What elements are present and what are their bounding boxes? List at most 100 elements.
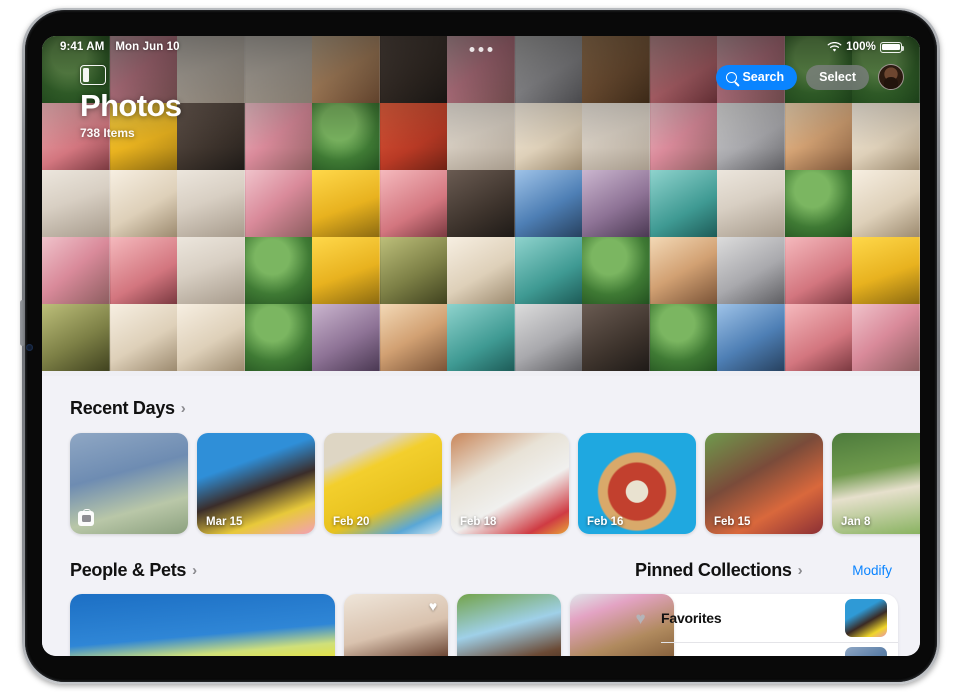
pinned-collection-row[interactable]: ♥ Favorites bbox=[617, 594, 898, 642]
photo-tile[interactable] bbox=[852, 170, 920, 237]
recent-day-card[interactable]: Feb 20 bbox=[324, 433, 442, 534]
photo-tile[interactable] bbox=[42, 237, 110, 304]
photo-tile[interactable] bbox=[244, 170, 313, 237]
photo-tile[interactable] bbox=[649, 170, 718, 237]
select-button[interactable]: Select bbox=[806, 64, 869, 90]
photo-tile[interactable] bbox=[379, 103, 448, 170]
photo-tile[interactable] bbox=[852, 237, 920, 304]
pinned-collections-header[interactable]: Pinned Collections › Modify bbox=[607, 560, 920, 581]
photo-tile[interactable] bbox=[447, 237, 515, 304]
people-pets-header[interactable]: People & Pets › bbox=[42, 560, 607, 581]
photo-tile[interactable] bbox=[379, 304, 448, 371]
photo-tile[interactable] bbox=[109, 170, 178, 237]
heart-icon: ♥ bbox=[635, 608, 646, 628]
photo-tile[interactable] bbox=[312, 237, 380, 304]
status-date: Mon Jun 10 bbox=[115, 41, 180, 53]
people-pets-row[interactable]: ♥SelenaRosaTobi bbox=[42, 581, 674, 656]
photo-tile[interactable] bbox=[514, 103, 583, 170]
photo-tile[interactable] bbox=[244, 103, 313, 170]
photo-tile[interactable] bbox=[582, 170, 650, 237]
sidebar-toggle-icon[interactable] bbox=[80, 65, 106, 85]
photo-tile[interactable] bbox=[649, 237, 718, 304]
photo-tile[interactable] bbox=[514, 304, 583, 371]
photo-tile[interactable] bbox=[109, 304, 178, 371]
photo-tile[interactable] bbox=[582, 237, 650, 304]
photo-tile[interactable] bbox=[447, 304, 515, 371]
search-icon bbox=[726, 71, 738, 83]
photo-tile[interactable] bbox=[784, 103, 853, 170]
photo-tile[interactable] bbox=[784, 304, 853, 371]
modify-button[interactable]: Modify bbox=[852, 563, 892, 578]
photo-tile[interactable] bbox=[717, 304, 785, 371]
photo-tile[interactable] bbox=[177, 103, 245, 170]
people-pets-title: People & Pets bbox=[70, 560, 187, 580]
photo-tile[interactable] bbox=[379, 237, 448, 304]
keepsake-badge bbox=[78, 508, 94, 526]
lower-sections: People & Pets › ♥SelenaRosaTobi Pinned C… bbox=[42, 534, 920, 656]
people-pet-card[interactable]: Rosa bbox=[457, 594, 561, 656]
photo-tile[interactable] bbox=[177, 237, 245, 304]
people-pet-card[interactable]: ♥Selena bbox=[344, 594, 448, 656]
people-pet-card[interactable] bbox=[70, 594, 335, 656]
recent-day-date-label: Feb 20 bbox=[333, 516, 370, 528]
photo-tile[interactable] bbox=[717, 237, 785, 304]
photo-tile[interactable] bbox=[312, 103, 380, 170]
photo-tile[interactable] bbox=[42, 304, 110, 371]
photo-tile[interactable] bbox=[852, 304, 920, 371]
pinned-collection-row[interactable]: ⬇Recently Saved bbox=[617, 642, 898, 656]
photo-tile[interactable] bbox=[649, 103, 718, 170]
select-button-label: Select bbox=[819, 70, 856, 84]
battery-icon bbox=[880, 41, 905, 53]
photo-tile[interactable] bbox=[784, 170, 853, 237]
photo-tile[interactable] bbox=[717, 170, 785, 237]
avatar[interactable] bbox=[878, 64, 904, 90]
recent-day-card[interactable]: Jan 8 bbox=[832, 433, 920, 534]
photo-tile[interactable] bbox=[649, 304, 718, 371]
photo-tile[interactable] bbox=[109, 237, 178, 304]
people-pets-section: People & Pets › ♥SelenaRosaTobi bbox=[42, 560, 674, 656]
screenshot-root: 9:41 AM Mon Jun 10 100% Photos 738 Items bbox=[0, 0, 960, 692]
recent-days-title: Recent Days bbox=[70, 398, 175, 418]
photo-tile[interactable] bbox=[244, 304, 313, 371]
content-area: Recent Days › Mar 15 Feb 20 Feb 18 Feb 16 Fe… bbox=[42, 376, 920, 656]
recent-day-card[interactable]: Feb 15 bbox=[705, 433, 823, 534]
status-time: 9:41 AM bbox=[60, 41, 105, 53]
search-button[interactable]: Search bbox=[716, 64, 798, 90]
recent-day-date-label: Jan 8 bbox=[841, 516, 871, 528]
chevron-right-icon: › bbox=[192, 562, 198, 579]
photo-tile[interactable] bbox=[447, 103, 515, 170]
photo-tile[interactable] bbox=[514, 170, 583, 237]
item-count: 738 Items bbox=[80, 126, 135, 140]
photo-tile[interactable] bbox=[852, 103, 920, 170]
pinned-collections-list[interactable]: ♥ Favorites ⬇Recently Saved bbox=[617, 594, 898, 656]
recent-day-date-label: Feb 15 bbox=[714, 516, 751, 528]
hero-actions: Search Select bbox=[716, 64, 904, 90]
photo-tile[interactable] bbox=[784, 237, 853, 304]
photo-tile[interactable] bbox=[42, 170, 110, 237]
recent-day-card[interactable] bbox=[70, 433, 188, 534]
multitasking-handle-icon[interactable] bbox=[469, 47, 493, 52]
photo-tile[interactable] bbox=[379, 170, 448, 237]
photo-tile[interactable] bbox=[244, 237, 313, 304]
heart-icon: ♥ bbox=[428, 598, 438, 614]
recent-day-card[interactable]: Feb 16 bbox=[578, 433, 696, 534]
recent-days-row[interactable]: Mar 15Feb 20Feb 18Feb 16Feb 15Jan 8N bbox=[42, 419, 920, 534]
photo-tile[interactable] bbox=[582, 103, 650, 170]
photo-tile[interactable] bbox=[514, 237, 583, 304]
pinned-collections-title: Pinned Collections bbox=[635, 560, 792, 580]
recent-day-card[interactable]: Feb 18 bbox=[451, 433, 569, 534]
side-button[interactable] bbox=[20, 300, 25, 346]
pinned-collections-section: Pinned Collections › Modify ♥ Favorites ⬇R… bbox=[607, 560, 920, 656]
photo-tile[interactable] bbox=[177, 170, 245, 237]
photo-tile[interactable] bbox=[312, 170, 380, 237]
photo-tile[interactable] bbox=[177, 304, 245, 371]
photo-tile[interactable] bbox=[447, 170, 515, 237]
photo-tile[interactable] bbox=[312, 304, 380, 371]
recent-days-section: Recent Days › Mar 15 Feb 20 Feb 18 Feb 16 Fe… bbox=[42, 376, 920, 534]
pinned-collection-label: Favorites bbox=[661, 610, 722, 626]
photo-tile[interactable] bbox=[717, 103, 785, 170]
recent-day-card[interactable]: Mar 15 bbox=[197, 433, 315, 534]
chevron-right-icon: › bbox=[797, 562, 803, 579]
recent-days-header[interactable]: Recent Days › bbox=[42, 398, 920, 419]
photo-tile[interactable] bbox=[582, 304, 650, 371]
